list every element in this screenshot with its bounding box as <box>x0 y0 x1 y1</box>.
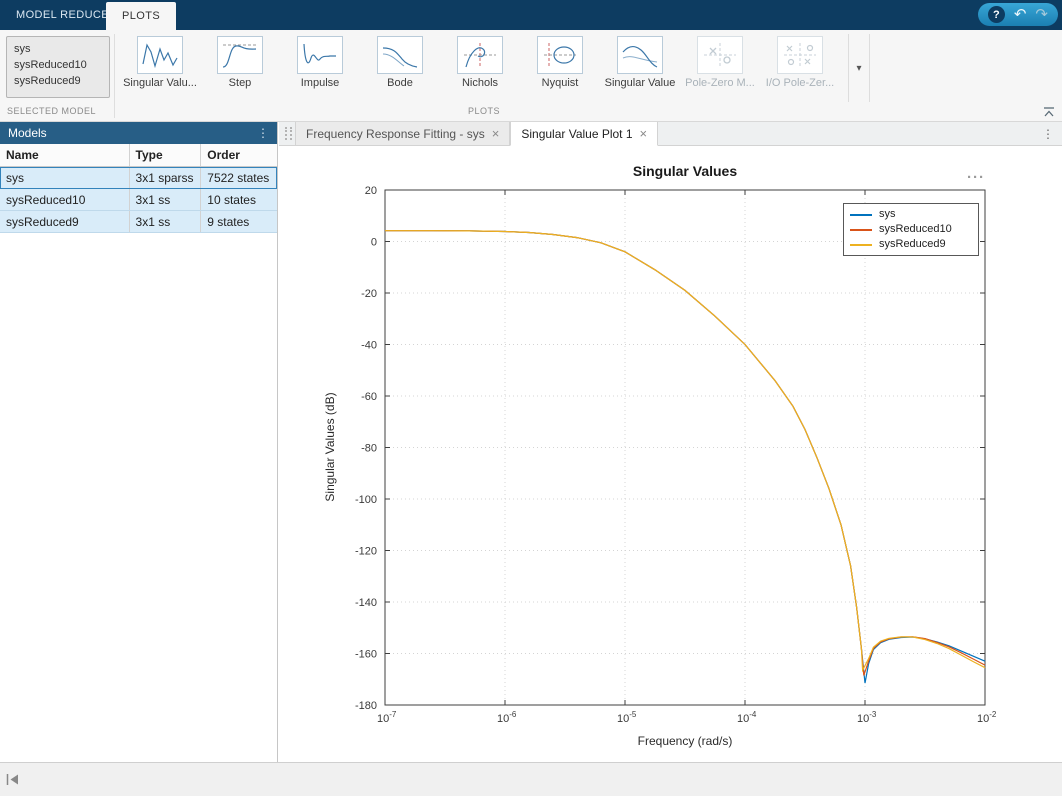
models-menu-icon[interactable]: ⋮ <box>257 126 269 140</box>
model-reducer-window: MODEL REDUCER PLOTS ? ↶ ↷ sys sysReduced… <box>0 0 1062 796</box>
y-axis-label: Singular Values (dB) <box>323 392 337 501</box>
svg-text:-40: -40 <box>361 340 377 352</box>
tab-singular-value-plot[interactable]: Singular Value Plot 1 × <box>510 122 658 146</box>
legend-entry-sysreduced10: sysReduced10 <box>850 222 972 237</box>
svg-text:-80: -80 <box>361 443 377 455</box>
column-header-order: Order <box>201 144 277 166</box>
selected-model-line: sys <box>14 41 102 57</box>
model-row-sys[interactable]: sys 3x1 sparss 7522 states <box>0 167 277 189</box>
models-panel: Models ⋮ Name Type Order sys 3x1 sparss … <box>0 122 278 762</box>
tab-drag-handle[interactable] <box>285 127 292 140</box>
nyquist-icon <box>537 36 583 74</box>
close-icon[interactable]: × <box>492 126 500 141</box>
bottom-scroll-bar[interactable] <box>0 762 1062 796</box>
selected-model-line: sysReduced10 <box>14 57 102 73</box>
svg-text:-140: -140 <box>355 597 377 609</box>
gallery-item-nichols[interactable]: Nichols <box>440 34 520 89</box>
singular-values-chart: Singular Values ··· 10-710-610-510-410-3… <box>279 146 1062 762</box>
legend-line-swatch <box>850 244 872 246</box>
step-icon <box>217 36 263 74</box>
singular-values-icon <box>137 36 183 74</box>
svg-text:-20: -20 <box>361 288 377 300</box>
singular-value-icon <box>617 36 663 74</box>
undo-icon[interactable]: ↶ <box>1014 7 1027 22</box>
scroll-left-icon[interactable] <box>5 772 20 787</box>
column-header-type: Type <box>130 144 202 166</box>
quick-access-toolbar: ? ↶ ↷ <box>978 3 1058 26</box>
svg-text:-60: -60 <box>361 391 377 403</box>
gallery-item-nyquist[interactable]: Nyquist <box>520 34 600 89</box>
svg-text:-180: -180 <box>355 700 377 712</box>
svg-text:-100: -100 <box>355 494 377 506</box>
model-row-sysreduced9[interactable]: sysReduced9 3x1 ss 9 states <box>0 211 277 233</box>
plots-section-caption: PLOTS <box>120 106 848 116</box>
chart-legend[interactable]: sys sysReduced10 sysReduced9 <box>843 203 979 256</box>
help-icon[interactable]: ? <box>988 6 1005 23</box>
legend-line-swatch <box>850 214 872 216</box>
selected-model-line: sysReduced9 <box>14 73 102 89</box>
toolstrip-collapse-icon[interactable] <box>1042 106 1056 118</box>
column-header-name: Name <box>0 144 130 166</box>
legend-entry-sysreduced9: sysReduced9 <box>850 237 972 252</box>
svg-text:20: 20 <box>365 185 377 197</box>
document-area: Frequency Response Fitting - sys × Singu… <box>279 122 1062 762</box>
svg-text:10-4: 10-4 <box>737 710 757 725</box>
svg-text:10-3: 10-3 <box>857 710 877 725</box>
gallery-item-pole-zero-map: Pole-Zero M... <box>680 34 760 89</box>
gallery-item-io-pole-zero: I/O Pole-Zer... <box>760 34 840 89</box>
svg-text:-160: -160 <box>355 649 377 661</box>
plot-gallery: Singular Valu... Step Impulse Bode <box>120 34 840 89</box>
io-pole-zero-icon <box>777 36 823 74</box>
ribbon-tab-bar: MODEL REDUCER PLOTS ? ↶ ↷ <box>0 0 1062 30</box>
legend-entry-sys: sys <box>850 207 972 222</box>
x-axis-label: Frequency (rad/s) <box>385 734 985 748</box>
plots-toolstrip: sys sysReduced10 sysReduced9 SELECTED MO… <box>0 30 1062 122</box>
models-table-header: Name Type Order <box>0 144 277 167</box>
svg-text:10-6: 10-6 <box>497 710 517 725</box>
pole-zero-map-icon <box>697 36 743 74</box>
gallery-item-impulse[interactable]: Impulse <box>280 34 360 89</box>
redo-icon[interactable]: ↷ <box>1035 7 1048 22</box>
toolstrip-separator <box>114 34 115 118</box>
selected-model-box[interactable]: sys sysReduced10 sysReduced9 <box>6 36 110 98</box>
impulse-icon <box>297 36 343 74</box>
gallery-item-bode[interactable]: Bode <box>360 34 440 89</box>
close-icon[interactable]: × <box>640 126 648 141</box>
bode-icon <box>377 36 423 74</box>
gallery-dropdown-button[interactable]: ▾ <box>848 34 870 102</box>
gallery-item-step[interactable]: Step <box>200 34 280 89</box>
svg-text:10-5: 10-5 <box>617 710 637 725</box>
legend-line-swatch <box>850 229 872 231</box>
main-region: Models ⋮ Name Type Order sys 3x1 sparss … <box>0 122 1062 762</box>
tab-plots[interactable]: PLOTS <box>106 2 176 30</box>
gallery-item-singular-value[interactable]: Singular Value <box>600 34 680 89</box>
svg-text:10-2: 10-2 <box>977 710 997 725</box>
svg-text:0: 0 <box>371 237 377 249</box>
tab-frequency-response-fitting[interactable]: Frequency Response Fitting - sys × <box>295 122 510 145</box>
models-panel-header: Models ⋮ <box>0 122 277 144</box>
svg-text:-120: -120 <box>355 546 377 558</box>
models-panel-title: Models <box>8 126 257 140</box>
selected-model-caption: SELECTED MODEL <box>7 106 96 116</box>
nichols-icon <box>457 36 503 74</box>
svg-text:10-7: 10-7 <box>377 710 397 725</box>
document-menu-icon[interactable]: ⋮ <box>1042 122 1054 145</box>
document-tab-bar: Frequency Response Fitting - sys × Singu… <box>279 122 1062 146</box>
model-row-sysreduced10[interactable]: sysReduced10 3x1 ss 10 states <box>0 189 277 211</box>
gallery-item-singular-values[interactable]: Singular Valu... <box>120 34 200 89</box>
